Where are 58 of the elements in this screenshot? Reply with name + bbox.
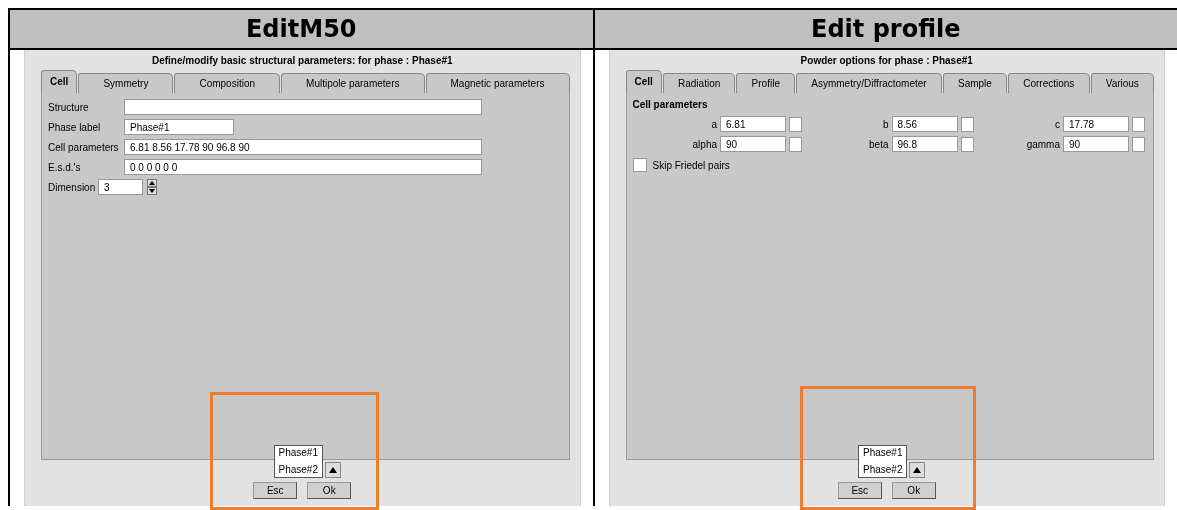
field-label: a: [711, 118, 717, 130]
checkbox[interactable]: [1132, 136, 1145, 152]
text-field[interactable]: Phase#1: [124, 119, 234, 135]
number-field[interactable]: 3: [98, 179, 143, 195]
field-label: b: [882, 118, 889, 130]
checkbox[interactable]: [789, 116, 802, 132]
tab[interactable]: Corrections: [1008, 73, 1090, 93]
tab[interactable]: Symmetry: [78, 73, 174, 93]
field-label: Phase label: [48, 121, 102, 133]
checkbox[interactable]: [960, 136, 974, 152]
field-label: Structure: [48, 101, 90, 113]
dialog-title: Define/modify basic structural parameters: for phase : Phase#1: [150, 54, 454, 68]
field-label: beta: [869, 138, 889, 150]
dialog-button[interactable]: Esc: [253, 482, 298, 499]
text-field[interactable]: 90: [1063, 136, 1129, 152]
tab[interactable]: Radiation: [662, 73, 736, 93]
tab[interactable]: Composition: [174, 73, 281, 93]
field-label: Cell parameters: [48, 141, 120, 153]
dialog-title: Powder options for phase : Phase#1: [799, 54, 974, 68]
tab[interactable]: Profile: [736, 73, 796, 93]
list-item[interactable]: Phase#2: [278, 464, 318, 476]
text-field[interactable]: 0 0 0 0 0 0: [124, 159, 482, 175]
list-item[interactable]: Phase#1: [278, 447, 318, 459]
field-label: c: [1055, 118, 1060, 130]
field-label: alpha: [692, 138, 717, 150]
tab[interactable]: Multipole parameters: [281, 73, 425, 93]
section-heading: Cell parameters: [632, 99, 709, 110]
tab[interactable]: Sample: [942, 73, 1008, 93]
field-label: Dimension: [48, 181, 96, 193]
field-label: E.s.d.'s: [48, 161, 82, 173]
text-field[interactable]: 96.8: [891, 136, 958, 152]
dialog-button[interactable]: Esc: [837, 482, 882, 499]
column-heading: Edit profile: [594, 10, 1177, 50]
text-field[interactable]: 17.78: [1063, 116, 1129, 132]
column-heading: EditM50: [10, 10, 593, 50]
checkbox[interactable]: [960, 116, 974, 132]
text-field[interactable]: 90: [720, 136, 786, 152]
tab[interactable]: Cell: [625, 70, 662, 93]
tab[interactable]: Magnetic parameters: [425, 73, 570, 93]
field-label: gamma: [1026, 138, 1060, 150]
tab[interactable]: Asymmetry/Diffractometer: [796, 73, 942, 93]
checkbox[interactable]: [789, 136, 802, 152]
text-field[interactable]: 6.81: [720, 116, 786, 132]
checkbox[interactable]: [1132, 116, 1145, 132]
checkbox-label: Skip Friedel pairs: [652, 159, 730, 171]
tab[interactable]: Various: [1090, 73, 1155, 93]
text-field[interactable]: 6.81 8.56 17.78 90 96.8 90: [124, 139, 482, 155]
triangle-up-icon[interactable]: [325, 462, 341, 478]
dialog-button[interactable]: Ok: [891, 482, 936, 499]
text-field[interactable]: [124, 99, 482, 115]
tab[interactable]: Cell: [41, 70, 78, 93]
spinner-arrows-icon[interactable]: [147, 179, 157, 195]
triangle-up-icon[interactable]: [909, 462, 926, 478]
list-item[interactable]: Phase#1: [863, 447, 903, 459]
checkbox[interactable]: [632, 158, 647, 172]
text-field[interactable]: 8.56: [891, 116, 958, 132]
dialog-button[interactable]: Ok: [307, 482, 352, 499]
list-item[interactable]: Phase#2: [863, 464, 903, 476]
